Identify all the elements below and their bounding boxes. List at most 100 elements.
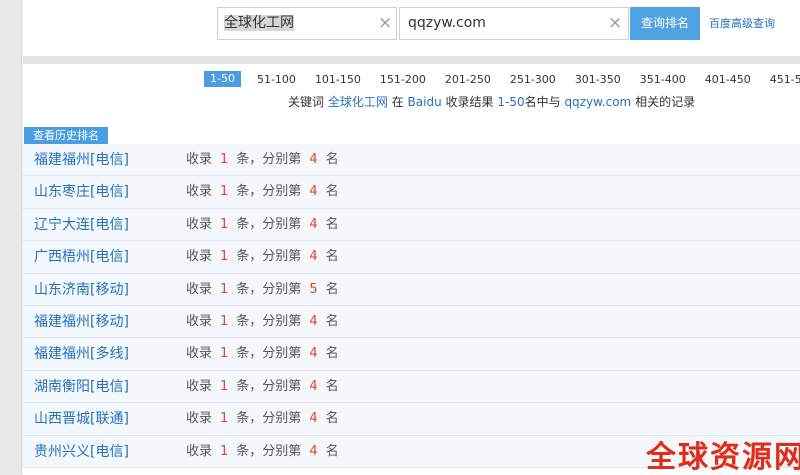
label-shoulu: 收录 <box>186 249 213 265</box>
result-rank: 4 <box>309 249 318 265</box>
summary-mid2: 名中与 <box>524 95 561 109</box>
result-rank: 4 <box>309 378 318 394</box>
keyword-input[interactable]: 全球化工网 × <box>217 7 397 40</box>
page-range-451-500[interactable]: 451-500 <box>770 73 800 86</box>
label-shoulu: 收录 <box>186 411 213 427</box>
result-count: 1 <box>220 346 229 362</box>
result-count: 1 <box>220 249 229 265</box>
summary-suffix: 相关的记录 <box>635 95 696 109</box>
result-info: 收录 1 条，分别第 4 名 <box>186 209 339 241</box>
label-ming: 名 <box>325 152 339 167</box>
result-location-link[interactable]: 福建福州[电信] <box>34 144 129 176</box>
label-tiao: 条，分别第 <box>236 378 302 394</box>
label-ming: 名 <box>325 378 339 394</box>
result-row: 山东济南[移动] 收录 1 条，分别第 5 名 <box>23 273 800 306</box>
result-info: 收录 1 条，分别第 4 名 <box>186 371 339 403</box>
result-row: 辽宁大连[电信] 收录 1 条，分别第 4 名 <box>23 208 800 242</box>
site-input-text: qqzyw.com <box>408 15 486 31</box>
page-range-401-450[interactable]: 401-450 <box>705 73 751 86</box>
label-ming: 名 <box>325 443 339 459</box>
result-location-link[interactable]: 福建福州[多线] <box>34 338 129 370</box>
result-row: 福建福州[多线] 收录 1 条，分别第 4 名 <box>23 338 800 371</box>
label-shoulu: 收录 <box>186 281 213 297</box>
summary-range: 1-50 <box>497 95 525 109</box>
result-info: 收录 1 条，分别第 4 名 <box>186 176 339 208</box>
page-range-351-400[interactable]: 351-400 <box>640 73 686 86</box>
result-row: 福建福州[移动] 收录 1 条，分别第 4 名 <box>23 305 800 339</box>
clear-site-icon[interactable]: × <box>608 8 622 39</box>
label-ming: 名 <box>325 411 339 427</box>
label-tiao: 条，分别第 <box>236 184 302 200</box>
label-shoulu: 收录 <box>186 313 213 329</box>
result-row: 山东枣庄[电信] 收录 1 条，分别第 4 名 <box>23 176 800 209</box>
label-tiao: 条，分别第 <box>236 313 302 329</box>
query-rank-button[interactable]: 查询排名 <box>630 7 700 40</box>
keyword-input-text: 全球化工网 <box>224 15 294 31</box>
range-pager: 1-50 51-100 101-150 151-200 201-250 251-300 30… <box>204 71 800 87</box>
site-input[interactable]: qqzyw.com × <box>399 7 629 40</box>
result-info: 收录 1 条，分别第 4 名 <box>186 306 339 338</box>
result-row: 湖南衡阳[电信] 收录 1 条，分别第 4 名 <box>23 370 800 404</box>
result-location-link[interactable]: 湖南衡阳[电信] <box>34 371 129 403</box>
result-count: 1 <box>220 378 229 394</box>
result-row: 广西梧州[电信] 收录 1 条，分别第 4 名 <box>23 241 800 274</box>
result-location-link[interactable]: 山东枣庄[电信] <box>34 176 129 208</box>
page-range-101-150[interactable]: 101-150 <box>315 73 361 86</box>
label-shoulu: 收录 <box>186 152 213 167</box>
result-location-link[interactable]: 山西晋城[联通] <box>34 403 129 435</box>
label-shoulu: 收录 <box>186 443 213 459</box>
result-location-link[interactable]: 山东济南[移动] <box>34 274 129 306</box>
result-info: 收录 1 条，分别第 4 名 <box>186 436 339 468</box>
result-location-link[interactable]: 广西梧州[电信] <box>34 241 129 273</box>
summary-mid: 收录结果 <box>445 95 494 109</box>
result-info: 收录 1 条，分别第 4 名 <box>186 144 339 176</box>
label-tiao: 条，分别第 <box>236 281 302 297</box>
label-tiao: 条，分别第 <box>236 411 302 427</box>
result-rank: 5 <box>309 281 318 297</box>
label-ming: 名 <box>325 216 339 232</box>
label-tiao: 条，分别第 <box>236 443 302 459</box>
label-ming: 名 <box>325 281 339 297</box>
page-range-151-200[interactable]: 151-200 <box>380 73 426 86</box>
page-range-251-300[interactable]: 251-300 <box>510 73 556 86</box>
result-location-link[interactable]: 辽宁大连[电信] <box>34 209 129 241</box>
result-info: 收录 1 条，分别第 4 名 <box>186 403 339 435</box>
page-range-201-250[interactable]: 201-250 <box>445 73 491 86</box>
result-rank: 4 <box>309 216 318 232</box>
result-summary: 关键词 全球化工网 在 Baidu 收录结果 1-50名中与 qqzyw.com… <box>288 93 695 111</box>
summary-engine: Baidu <box>407 95 442 109</box>
result-rank: 4 <box>309 443 318 459</box>
result-count: 1 <box>220 216 229 232</box>
label-tiao: 条，分别第 <box>236 216 302 232</box>
summary-keyword: 全球化工网 <box>327 95 388 109</box>
result-info: 收录 1 条，分别第 5 名 <box>186 274 339 306</box>
result-location-link[interactable]: 福建福州[移动] <box>34 306 129 338</box>
results-list: 福建福州[电信] 收录 1 条，分别第 4 名山东枣庄[电信] 收录 1 条，分别第 4 名辽宁大连… <box>23 144 800 468</box>
label-ming: 名 <box>325 313 339 329</box>
label-shoulu: 收录 <box>186 184 213 200</box>
page-range-301-350[interactable]: 301-350 <box>575 73 621 86</box>
result-rank: 4 <box>309 184 318 200</box>
result-location-link[interactable]: 贵州兴义[电信] <box>34 436 129 468</box>
label-tiao: 条，分别第 <box>236 152 302 167</box>
label-ming: 名 <box>325 249 339 265</box>
page-range-1-50[interactable]: 1-50 <box>204 71 241 87</box>
result-count: 1 <box>220 443 229 459</box>
clear-keyword-icon[interactable]: × <box>378 8 392 39</box>
result-rank: 4 <box>309 346 318 362</box>
result-info: 收录 1 条，分别第 4 名 <box>186 338 339 370</box>
label-shoulu: 收录 <box>186 346 213 362</box>
baidu-advanced-link[interactable]: 百度高级查询 <box>709 7 775 40</box>
result-rank: 4 <box>309 313 318 329</box>
result-count: 1 <box>220 313 229 329</box>
label-tiao: 条，分别第 <box>236 346 302 362</box>
result-count: 1 <box>220 281 229 297</box>
result-count: 1 <box>220 184 229 200</box>
result-info: 收录 1 条，分别第 4 名 <box>186 241 339 273</box>
label-ming: 名 <box>325 346 339 362</box>
label-tiao: 条，分别第 <box>236 249 302 265</box>
history-rank-tab[interactable]: 查看历史排名 <box>24 127 108 144</box>
summary-in: 在 <box>391 95 404 109</box>
page-range-51-100[interactable]: 51-100 <box>257 73 296 86</box>
summary-site: qqzyw.com <box>564 95 632 109</box>
